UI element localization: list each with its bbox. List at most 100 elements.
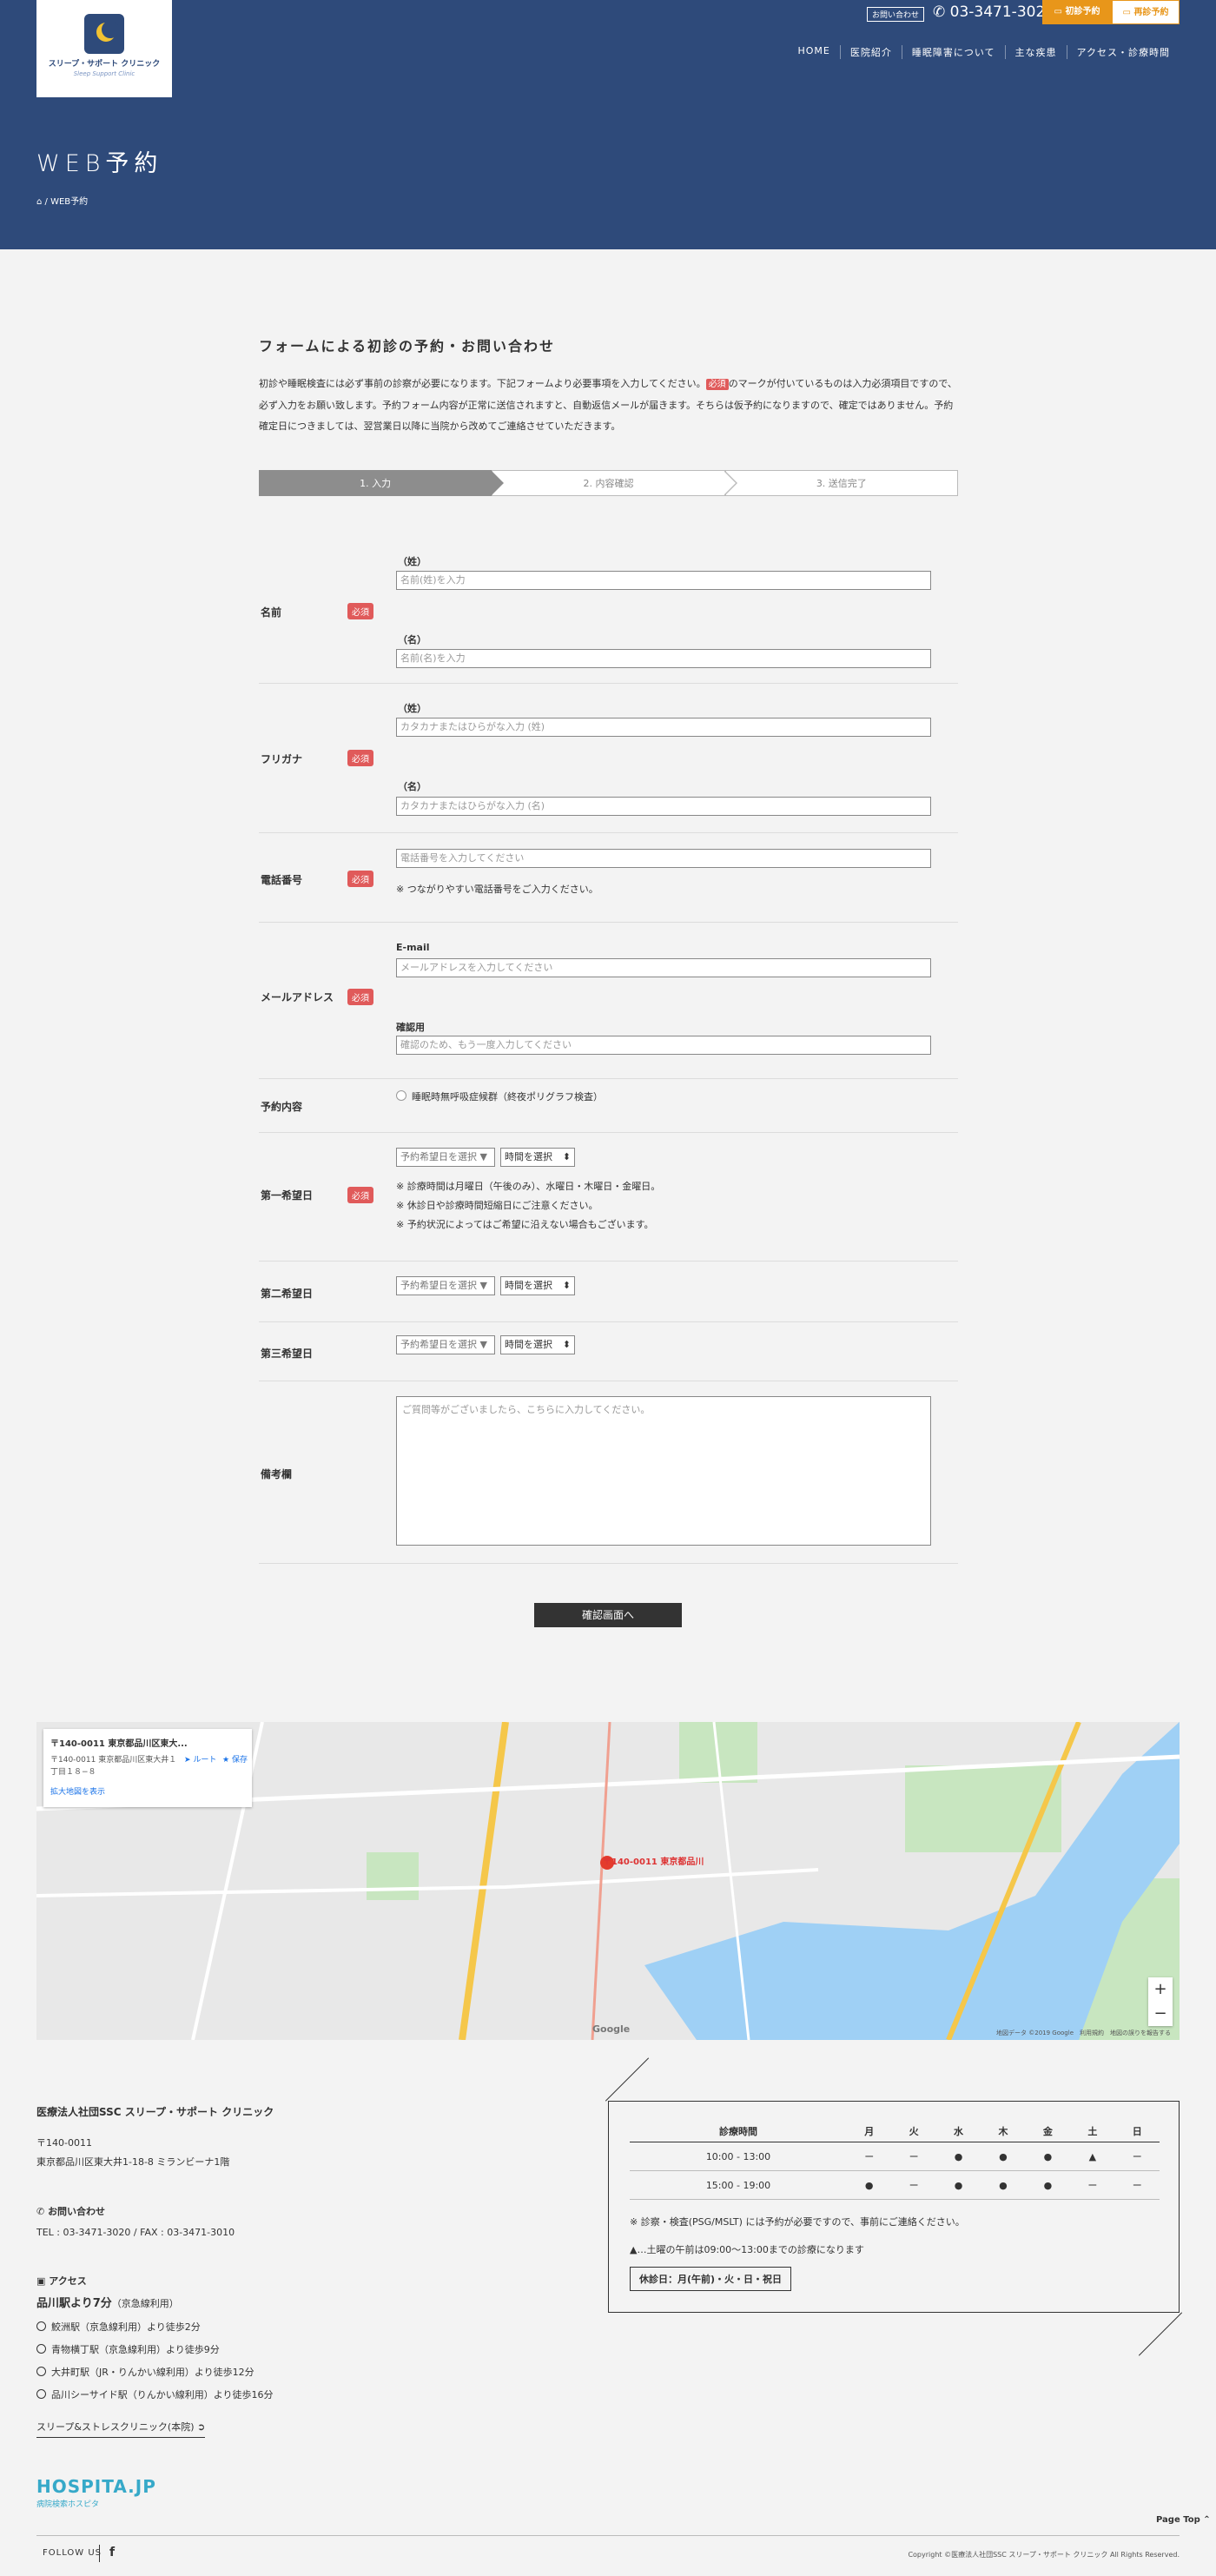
map-save-button[interactable]: ★ 保存: [222, 1753, 248, 1765]
decorative-line: [1138, 2312, 1183, 2356]
hours-header-cell: 木: [981, 2121, 1026, 2142]
site-header: スリープ・サポート クリニック Sleep Support Clinic お問い…: [0, 0, 1216, 249]
star-icon: ★: [222, 1756, 230, 1765]
main-clinic-link[interactable]: スリープ&ストレスクリニック(本院) ➲: [36, 2420, 206, 2438]
first-visit-button[interactable]: ▭ 初診予約: [1042, 0, 1112, 24]
second-choice-time-select[interactable]: 時間を選択 ⬍: [500, 1276, 575, 1295]
form-steps: 1. 入力 2. 内容確認 3. 送信完了: [259, 470, 958, 496]
furigana-mei-input[interactable]: カタカナまたはひらがな入力 (名): [396, 797, 931, 816]
clinic-logo[interactable]: スリープ・サポート クリニック Sleep Support Clinic: [36, 0, 172, 97]
name-sei-input[interactable]: 名前(姓)を入力: [396, 571, 931, 590]
third-choice-time-select[interactable]: 時間を選択 ⬍: [500, 1335, 575, 1354]
nav-access[interactable]: アクセス・診療時間: [1066, 45, 1180, 59]
time-select-label: 時間を選択: [505, 1339, 552, 1350]
email-row: メールアドレス 必須 E-mail メールアドレスを入力してください 確認用 確…: [259, 923, 958, 1079]
breadcrumb-current: WEB予約: [50, 197, 89, 207]
hours-header-cell: 診療時間: [630, 2121, 847, 2142]
footer-clinic-name: 医療法人社団SSC スリープ・サポート クリニック: [36, 2106, 274, 2118]
hospita-logo[interactable]: HOSPITA.JP: [36, 2476, 156, 2497]
name-label: 名前: [261, 606, 282, 619]
name-mei-label: （名）: [398, 634, 426, 646]
nav-home[interactable]: HOME: [789, 45, 840, 59]
third-choice-date-select[interactable]: 予約希望日を選択 ▼: [396, 1335, 495, 1354]
monitor-icon: ▭: [1054, 7, 1066, 17]
first-choice-time-select[interactable]: 時間を選択 ⬍: [500, 1148, 575, 1167]
access-main-sub: （京急線利用）: [111, 2298, 179, 2309]
step-complete: 3. 送信完了: [724, 470, 958, 496]
hours-cell: ●: [847, 2170, 892, 2200]
confirm-button[interactable]: 確認画面へ: [534, 1603, 682, 1627]
email-input[interactable]: メールアドレスを入力してください: [396, 958, 931, 977]
google-map[interactable]: 〒140-0011 東京都品川区東大... 〒140-0011 東京都品川区東大…: [36, 1722, 1180, 2040]
access-heading-label: アクセス: [49, 2275, 87, 2287]
name-mei-input[interactable]: 名前(名)を入力: [396, 649, 931, 668]
footer-divider: [36, 2535, 1180, 2536]
hours-box: 診療時間 月 火 水 木 金 土 日 10:00 - 13:00 ー ー ● ●…: [605, 2057, 1183, 2356]
second-choice-date-select[interactable]: 予約希望日を選択 ▼: [396, 1276, 495, 1295]
access-item: 青物横丁駅（京急線利用）より徒歩9分: [36, 2339, 274, 2361]
first-choice-date-select[interactable]: 予約希望日を選択 ▼: [396, 1148, 495, 1167]
footer-tel: TEL : 03-3471-3020 / FAX : 03-3471-3010: [36, 2227, 235, 2238]
hours-header-cell: 土: [1070, 2121, 1115, 2142]
furigana-label: フリガナ: [261, 753, 303, 765]
form-heading: フォームによる初診の予約・お問い合わせ: [259, 338, 556, 354]
hours-cell: ●: [935, 2170, 981, 2200]
hours-header-cell: 月: [847, 2121, 892, 2142]
page-top-button[interactable]: Page Top ⌃: [1156, 2515, 1211, 2525]
remarks-textarea[interactable]: ご質問等がございましたら、こちらに入力してください。: [396, 1396, 931, 1546]
hours-cell: ー: [1114, 2142, 1160, 2171]
revisit-button[interactable]: ▭ 再診予約: [1112, 0, 1180, 24]
step-arrow: [723, 470, 737, 496]
train-icon: ▣: [36, 2275, 46, 2287]
directions-icon: ➤: [184, 1756, 191, 1765]
hours-header-cell: 金: [1025, 2121, 1071, 2142]
footer-postal: 〒140-0011: [36, 2137, 92, 2149]
required-badge: 必須: [347, 1187, 373, 1203]
name-sei-label: （姓）: [398, 556, 426, 567]
decorative-line: [605, 2057, 650, 2102]
contact-link[interactable]: お問い合わせ: [867, 7, 925, 22]
map-pin-label: 〒140-0011 東京都品川: [603, 1858, 704, 1867]
map-save-label: 保存: [231, 1756, 248, 1765]
map-route-button[interactable]: ➤ ルート: [184, 1753, 216, 1765]
map-route-label: ルート: [193, 1756, 217, 1765]
hours-header-row: 診療時間 月 火 水 木 金 土 日: [630, 2121, 1160, 2142]
zoom-in-button[interactable]: +: [1148, 1977, 1173, 2002]
reservation-radio-psg[interactable]: 睡眠時無呼吸症候群（終夜ポリグラフ検査）: [396, 1089, 603, 1103]
access-item: 品川シーサイド駅（りんかい線利用）より徒歩16分: [36, 2384, 274, 2407]
phone-icon: ✆: [36, 2206, 45, 2217]
zoom-out-button[interactable]: −: [1148, 2002, 1173, 2026]
hours-cell: ー: [1070, 2170, 1115, 2200]
page-title: WEB予約: [36, 150, 163, 177]
required-badge: 必須: [347, 750, 373, 766]
required-badge: 必須: [705, 379, 729, 390]
breadcrumb: ⌂ / WEB予約: [36, 197, 89, 207]
hours-row: 10:00 - 13:00 ー ー ● ● ● ▲ ー: [630, 2142, 1160, 2171]
map-enlarge-link[interactable]: 拡大地図を表示: [50, 1785, 245, 1797]
access-main-label: 品川駅より7分: [36, 2297, 112, 2310]
nav-sleep-disorders[interactable]: 睡眠障害について: [901, 45, 1005, 59]
home-icon[interactable]: ⌂: [36, 197, 42, 207]
select-arrow-icon: ⬍: [562, 1280, 571, 1291]
map-zoom-controls[interactable]: + −: [1148, 1977, 1173, 2026]
hours-cell: ▲: [1070, 2142, 1115, 2171]
first-choice-row: 第一希望日 必須 予約希望日を選択 ▼ 時間を選択 ⬍ ※ 診療時間は月曜日（午後…: [259, 1133, 958, 1262]
facebook-icon[interactable]: f: [109, 2546, 115, 2559]
nav-about[interactable]: 医院紹介: [839, 45, 902, 59]
arrow-circle-icon: ➲: [197, 2421, 206, 2433]
furigana-sei-input[interactable]: カタカナまたはひらがな入力 (姓): [396, 718, 931, 737]
footer-contact-heading: ✆ お問い合わせ: [36, 2204, 105, 2218]
email-sublabel: E-mail: [396, 942, 430, 953]
phone-input[interactable]: 電話番号を入力してください: [396, 849, 931, 868]
third-choice-label: 第三希望日: [261, 1348, 314, 1360]
reservation-row: 予約内容 睡眠時無呼吸症候群（終夜ポリグラフ検査）: [259, 1079, 958, 1133]
header-phone[interactable]: ✆ 03-3471-3020: [933, 3, 1054, 21]
nav-diseases[interactable]: 主な疾患: [1004, 45, 1067, 59]
step-confirm-label: 2. 内容確認: [583, 478, 634, 489]
first-choice-note-2: ※ 休診日や診療時間短縮日にご注意ください。: [396, 1200, 598, 1211]
logo-sub: Sleep Support Clinic: [73, 70, 135, 77]
required-badge: 必須: [347, 989, 373, 1005]
second-choice-row: 第二希望日 予約希望日を選択 ▼ 時間を選択 ⬍: [259, 1262, 958, 1322]
email-confirm-input[interactable]: 確認のため、もう一度入力してください: [396, 1036, 931, 1055]
hours-note-reservation: ※ 診察・検査(PSG/MSLT) には予約が必要ですので、事前にご連絡ください…: [630, 2216, 965, 2228]
